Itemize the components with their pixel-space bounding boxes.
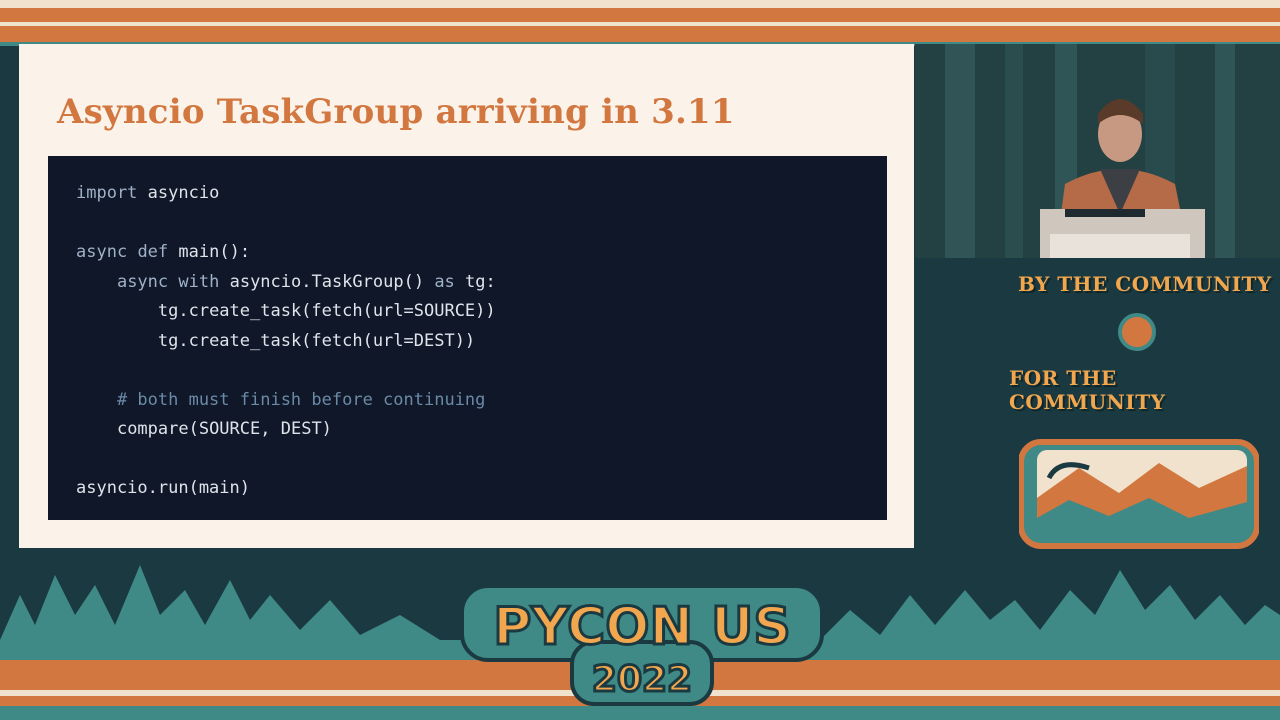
- pycon-logo: PYCON US 2022: [460, 584, 824, 706]
- code-line: tg.create_task(fetch(url=DEST)): [157, 330, 476, 351]
- top-stripe: [0, 8, 1280, 22]
- speaker-video: [915, 44, 1280, 258]
- landscape-badge: [1019, 439, 1259, 549]
- code-line: import asyncio: [76, 183, 220, 203]
- code-line: tg.create_task(fetch(url=SOURCE)): [157, 301, 496, 321]
- separator-dot: [1118, 313, 1156, 351]
- code-line: # both must finish before continuing: [76, 389, 486, 410]
- code-line: asyncio.run(main): [76, 478, 250, 498]
- speaker-image: [915, 44, 1280, 258]
- bottom-stripe: [0, 706, 1280, 720]
- pycon-title: PYCON US: [493, 597, 791, 657]
- code-line: compare(SOURCE, DEST): [116, 419, 332, 439]
- code-line: async def main():: [76, 242, 251, 262]
- tagline-bottom: FOR THE COMMUNITY: [1009, 366, 1166, 414]
- tagline-top: BY THE COMMUNITY: [1018, 272, 1272, 296]
- slide-panel: Asyncio TaskGroup arriving in 3.11 impor…: [19, 44, 914, 548]
- top-stripe: [0, 0, 1280, 8]
- top-stripe: [0, 26, 1280, 42]
- pycon-year: 2022: [592, 659, 692, 700]
- slide-title: Asyncio TaskGroup arriving in 3.11: [57, 92, 735, 132]
- code-line: async with asyncio.TaskGroup() as tg:: [116, 271, 496, 292]
- code-block: import asyncio async def main(): async wi…: [48, 156, 887, 520]
